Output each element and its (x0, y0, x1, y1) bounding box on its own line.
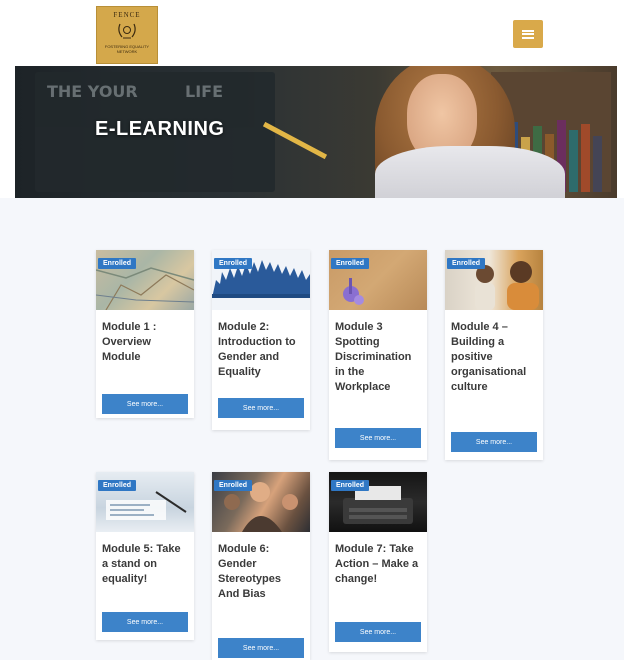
see-more-button[interactable]: See more... (451, 432, 537, 452)
enrolled-badge: Enrolled (98, 258, 137, 269)
enrolled-badge: Enrolled (331, 480, 370, 491)
module-title[interactable]: Module 3 Spotting Discrimination in the … (329, 310, 427, 395)
enrolled-badge: Enrolled (331, 258, 370, 269)
laurel-emblem-icon (118, 23, 136, 39)
see-more-button[interactable]: See more... (218, 638, 304, 658)
module-thumbnail[interactable]: Enrolled (329, 250, 427, 310)
enrolled-badge: Enrolled (214, 480, 253, 491)
module-thumbnail[interactable]: Enrolled (212, 472, 310, 532)
see-more-button[interactable]: See more... (335, 428, 421, 448)
chalk-text: LIFE (185, 82, 224, 101)
module-card-5[interactable]: Enrolled Module 5: Take a stand on equal… (96, 472, 194, 640)
enrolled-badge: Enrolled (447, 258, 486, 269)
see-more-button[interactable]: See more... (102, 394, 188, 414)
module-title[interactable]: Module 4 – Building a positive organisat… (445, 310, 543, 395)
enrolled-badge: Enrolled (98, 480, 137, 491)
page-title: E-LEARNING (95, 118, 225, 140)
see-more-button[interactable]: See more... (335, 622, 421, 642)
course-grid: Enrolled Module 1 : Overview Module See … (0, 198, 624, 660)
site-header: FENCE FOSTERING EQUALITY NETWORK (0, 0, 624, 66)
hero-banner: THE YOUR LIFE E-LEARNING (15, 66, 617, 198)
module-title[interactable]: Module 2: Introduction to Gender and Equ… (212, 310, 310, 380)
site-logo[interactable]: FENCE FOSTERING EQUALITY NETWORK (96, 6, 158, 64)
module-thumbnail[interactable]: Enrolled (96, 472, 194, 532)
module-thumbnail[interactable]: Enrolled (445, 250, 543, 310)
module-title[interactable]: Module 7: Take Action – Make a change! (329, 532, 427, 587)
module-card-2[interactable]: Enrolled Module 2: Introduction to Gende… (212, 250, 310, 430)
hamburger-icon (522, 29, 534, 39)
see-more-button[interactable]: See more... (218, 398, 304, 418)
module-title[interactable]: Module 6: Gender Stereotypes And Bias (212, 532, 310, 602)
logo-subtext: FOSTERING EQUALITY NETWORK (104, 44, 150, 54)
module-card-7[interactable]: Enrolled Module 7: Take Action – Make a … (329, 472, 427, 652)
module-thumbnail[interactable]: Enrolled (329, 472, 427, 532)
enrolled-badge: Enrolled (214, 258, 253, 269)
module-thumbnail[interactable]: Enrolled (96, 250, 194, 310)
module-thumbnail[interactable]: Enrolled (212, 250, 310, 310)
chalk-text: THE YOUR (47, 82, 138, 101)
see-more-button[interactable]: See more... (102, 612, 188, 632)
module-card-6[interactable]: Enrolled Module 6: Gender Stereotypes An… (212, 472, 310, 660)
module-title[interactable]: Module 5: Take a stand on equality! (96, 532, 194, 587)
module-title[interactable]: Module 1 : Overview Module (96, 310, 194, 365)
module-card-4[interactable]: Enrolled Module 4 – Building a positive … (445, 250, 543, 460)
hero-photo-shirt (375, 146, 565, 198)
module-card-1[interactable]: Enrolled Module 1 : Overview Module See … (96, 250, 194, 418)
module-card-3[interactable]: Enrolled Module 3 Spotting Discriminatio… (329, 250, 427, 460)
menu-toggle-button[interactable] (513, 20, 543, 48)
logo-wordmark: FENCE (113, 11, 141, 19)
